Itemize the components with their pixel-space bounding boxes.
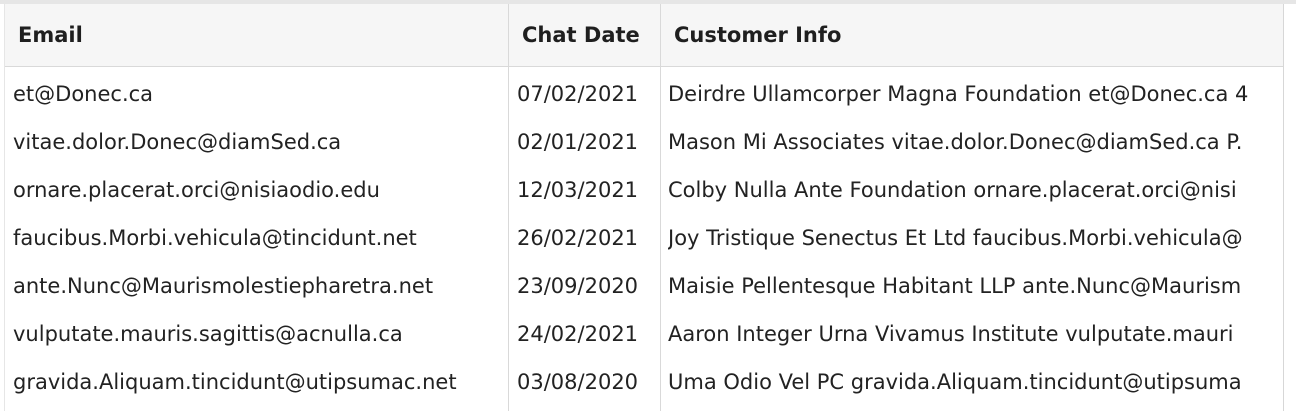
chat-date-cell: 07/02/2021 (517, 82, 639, 106)
chat-date-cell: 03/08/2020 (517, 370, 639, 394)
chat-date-cell: 23/09/2020 (517, 274, 639, 298)
table-row[interactable]: ante.Nunc@Maurismolestiepharetra.net 23/… (4, 259, 1283, 307)
chat-date-cell: 02/01/2021 (517, 130, 639, 154)
table-right-edge (1283, 4, 1296, 411)
email-cell: faucibus.Morbi.vehicula@tincidunt.net (13, 226, 417, 250)
table-row[interactable]: gravida.Aliquam.tincidunt@utipsumac.net … (4, 355, 1283, 403)
email-cell: gravida.Aliquam.tincidunt@utipsumac.net (13, 370, 457, 394)
customer-info-cell: Maisie Pellentesque Habitant LLP ante.Nu… (668, 274, 1242, 298)
chat-date-cell: 26/02/2021 (517, 226, 639, 250)
email-cell: vulputate.mauris.sagittis@acnulla.ca (13, 322, 403, 346)
table-row[interactable]: ornare.placerat.orci@nisiaodio.edu 12/03… (4, 163, 1283, 211)
customer-info-cell: Aaron Integer Urna Vivamus Institute vul… (668, 322, 1234, 346)
column-header-customer-info[interactable]: Customer Info (674, 4, 1283, 66)
email-cell: ornare.placerat.orci@nisiaodio.edu (13, 178, 380, 202)
table-row[interactable]: vitae.dolor.Donec@diamSed.ca 02/01/2021 … (4, 115, 1283, 163)
customer-info-cell: Uma Odio Vel PC gravida.Aliquam.tincidun… (668, 370, 1242, 394)
chat-date-cell: 12/03/2021 (517, 178, 639, 202)
customer-info-cell: Deirdre Ullamcorper Magna Foundation et@… (668, 82, 1249, 106)
table-row[interactable]: et@Donec.ca 07/02/2021 Deirdre Ullamcorp… (4, 67, 1283, 115)
table-body: et@Donec.ca 07/02/2021 Deirdre Ullamcorp… (4, 67, 1283, 403)
customer-chat-table: Email Chat Date Customer Info et@Donec.c… (0, 0, 1296, 411)
table-row[interactable]: vulputate.mauris.sagittis@acnulla.ca 24/… (4, 307, 1283, 355)
table-header: Email Chat Date Customer Info (4, 4, 1283, 67)
chat-date-cell: 24/02/2021 (517, 322, 639, 346)
email-cell: vitae.dolor.Donec@diamSed.ca (13, 130, 342, 154)
customer-info-cell: Colby Nulla Ante Foundation ornare.place… (668, 178, 1237, 202)
email-cell: et@Donec.ca (13, 82, 154, 106)
email-cell: ante.Nunc@Maurismolestiepharetra.net (13, 274, 434, 298)
customer-info-cell: Joy Tristique Senectus Et Ltd faucibus.M… (668, 226, 1243, 250)
column-header-chat-date[interactable]: Chat Date (522, 4, 657, 66)
table-row[interactable]: faucibus.Morbi.vehicula@tincidunt.net 26… (4, 211, 1283, 259)
column-header-email[interactable]: Email (18, 4, 508, 66)
customer-info-cell: Mason Mi Associates vitae.dolor.Donec@di… (668, 130, 1243, 154)
